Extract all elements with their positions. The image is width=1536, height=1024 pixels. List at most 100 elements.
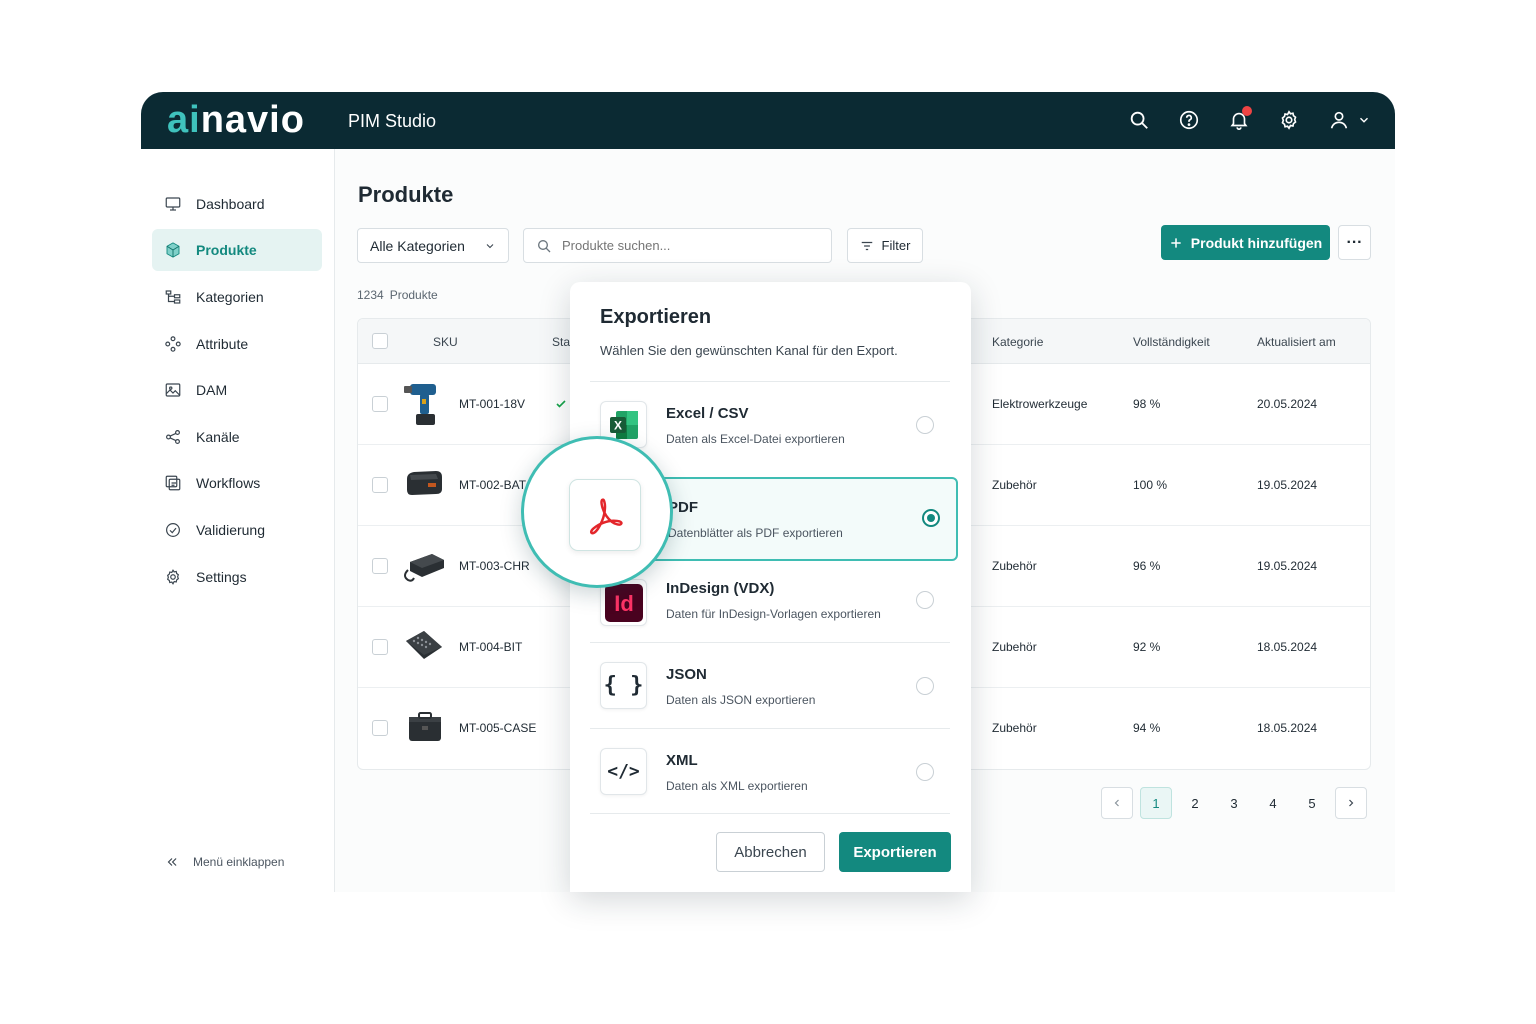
sidebar-item-kategorien[interactable]: Kategorien <box>152 276 322 318</box>
header-completeness[interactable]: Vollständigkeit <box>1133 335 1210 349</box>
sidebar-item-kanaele[interactable]: Kanäle <box>152 416 322 458</box>
category-select-value: Alle Kategorien <box>370 237 465 254</box>
export-option-xml[interactable]: </> XML Daten als XML exportieren <box>590 728 950 812</box>
row-checkbox[interactable] <box>372 558 388 574</box>
dialog-title: Exportieren <box>600 306 712 328</box>
pdf-icon[interactable] <box>569 479 641 551</box>
option-description: Daten als Excel-Datei exportieren <box>666 432 845 446</box>
page-5[interactable]: 5 <box>1296 787 1328 819</box>
gear-icon[interactable] <box>1275 106 1303 134</box>
app-name: PIM Studio <box>348 111 437 131</box>
row-checkbox[interactable] <box>372 396 388 412</box>
option-radio-selected[interactable] <box>922 509 940 527</box>
row-updated: 18.05.2024 <box>1257 721 1318 735</box>
indesign-icon-letters: Id <box>614 591 634 616</box>
sidebar-item-workflows[interactable]: Workflows <box>152 462 322 504</box>
sidebar-item-label: Dashboard <box>196 196 265 212</box>
select-all-checkbox[interactable] <box>372 333 388 349</box>
search-input[interactable] <box>562 238 802 253</box>
category-select[interactable]: Alle Kategorien <box>357 228 509 263</box>
sidebar-item-attribute[interactable]: Attribute <box>152 323 322 365</box>
json-braces-glyph: { } <box>603 673 644 698</box>
option-radio[interactable] <box>916 416 934 434</box>
dialog-subtitle: Wählen Sie den gewünschten Kanal für den… <box>600 343 898 358</box>
page-1[interactable]: 1 <box>1140 787 1172 819</box>
row-category: Zubehör <box>992 721 1037 735</box>
xml-code-icon: </> <box>600 748 647 795</box>
pagination: 1 2 3 4 5 <box>1101 787 1367 819</box>
battery-product-image <box>407 471 442 495</box>
search-icon[interactable] <box>1125 106 1153 134</box>
case-product-image <box>409 712 441 741</box>
drill-product-image <box>404 384 436 425</box>
sidebar-item-produkte[interactable]: Produkte <box>152 229 322 271</box>
header-updated[interactable]: Aktualisiert am <box>1257 335 1336 349</box>
bell-icon[interactable] <box>1225 106 1253 134</box>
gear-icon <box>166 569 180 585</box>
sidebar-item-label: Validierung <box>196 522 266 538</box>
sidebar-item-dam[interactable]: DAM <box>152 369 322 411</box>
row-updated: 18.05.2024 <box>1257 640 1318 654</box>
option-title: InDesign (VDX) <box>666 580 775 597</box>
row-checkbox[interactable] <box>372 720 388 736</box>
row-checkbox[interactable] <box>372 477 388 493</box>
dialog-divider <box>590 813 950 814</box>
export-dialog: Exportieren Wählen Sie den gewünschten K… <box>570 282 971 892</box>
row-completeness: 96 % <box>1133 559 1161 573</box>
top-actions <box>1125 106 1371 134</box>
next-page-button[interactable] <box>1335 787 1367 819</box>
sidebar: Dashboard Produkte Kategorien Attribute … <box>141 149 335 892</box>
cancel-button[interactable]: Abbrechen <box>716 832 825 872</box>
sidebar-item-label: Workflows <box>196 475 261 491</box>
sidebar-item-settings[interactable]: Settings <box>152 556 322 598</box>
hierarchy-icon <box>165 290 181 304</box>
help-icon[interactable] <box>1175 106 1203 134</box>
option-radio[interactable] <box>916 763 934 781</box>
page-3[interactable]: 3 <box>1218 787 1250 819</box>
add-product-button[interactable]: Produkt hinzufügen <box>1161 225 1330 260</box>
check-circle-icon <box>166 523 180 537</box>
sidebar-item-dashboard[interactable]: Dashboard <box>152 183 322 225</box>
row-completeness: 92 % <box>1133 640 1161 654</box>
search-box[interactable] <box>523 228 832 263</box>
xml-code-glyph: </> <box>607 761 640 782</box>
sidebar-item-label: Produkte <box>196 242 257 258</box>
row-sku: MT-001-18V <box>459 397 526 411</box>
header-sku[interactable]: SKU <box>433 335 458 349</box>
row-category: Zubehör <box>992 640 1037 654</box>
chevron-down-icon <box>486 243 494 248</box>
logo-ai: ai <box>167 98 201 141</box>
sidebar-item-label: Kategorien <box>196 289 264 305</box>
page-4[interactable]: 4 <box>1257 787 1289 819</box>
filter-button[interactable]: Filter <box>847 228 923 263</box>
option-title: XML <box>666 752 698 769</box>
sidebar-item-validierung[interactable]: Validierung <box>152 509 322 551</box>
collapse-label: Menü einklappen <box>193 855 285 869</box>
header-category[interactable]: Kategorie <box>992 335 1043 349</box>
filter-label: Filter <box>881 238 911 253</box>
row-updated: 20.05.2024 <box>1257 397 1318 411</box>
filter-icon <box>861 241 872 250</box>
prev-page-button[interactable] <box>1101 787 1133 819</box>
option-radio[interactable] <box>916 677 934 695</box>
row-completeness: 100 % <box>1133 478 1168 492</box>
collapse-menu-button[interactable]: Menü einklappen <box>165 855 284 869</box>
row-category: Zubehör <box>992 559 1037 573</box>
product-count: 1234 Produkte <box>357 288 444 302</box>
option-description: Daten als JSON exportieren <box>666 693 816 707</box>
row-updated: 19.05.2024 <box>1257 478 1318 492</box>
row-checkbox[interactable] <box>372 639 388 655</box>
export-option-json[interactable]: { } JSON Daten als JSON exportieren <box>590 642 950 726</box>
page-2[interactable]: 2 <box>1179 787 1211 819</box>
monitor-icon <box>165 197 181 211</box>
option-radio[interactable] <box>916 591 934 609</box>
header-status[interactable]: Sta <box>552 335 570 349</box>
search-icon <box>538 239 551 252</box>
user-menu[interactable] <box>1325 106 1371 134</box>
chevron-left-icon <box>1114 799 1119 807</box>
export-button[interactable]: Exportieren <box>839 832 951 872</box>
more-options-button[interactable]: ··· <box>1338 225 1371 260</box>
row-completeness: 98 % <box>1133 397 1161 411</box>
brand-logo[interactable]: ai navio <box>167 98 305 141</box>
product-count-label: Produkte <box>389 288 438 302</box>
